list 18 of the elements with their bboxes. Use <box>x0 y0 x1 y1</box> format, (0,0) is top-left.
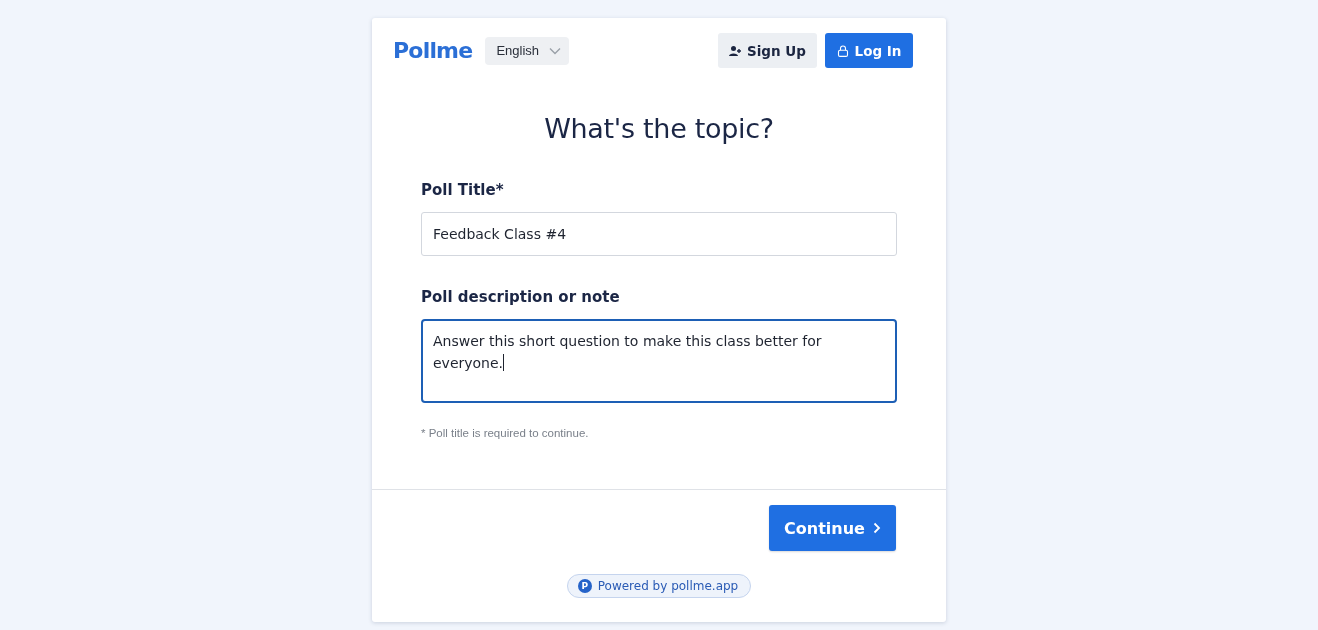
logo[interactable]: Pollme <box>393 38 473 63</box>
chevron-down-icon <box>549 46 562 55</box>
user-plus-icon <box>729 44 741 57</box>
powered-by-badge[interactable]: P Powered by pollme.app <box>566 574 752 598</box>
chevron-right-icon <box>872 522 881 534</box>
required-note: * Poll title is required to continue. <box>421 427 590 439</box>
text-cursor-icon <box>503 354 505 371</box>
field-label: Poll description or note <box>421 288 621 306</box>
sign-up-button[interactable]: Sign Up <box>718 33 817 68</box>
log-in-button[interactable]: Log In <box>825 33 913 68</box>
textarea-field[interactable]: Answer this short question to make this class better for everyone. <box>421 319 897 403</box>
logo-icon: P <box>577 579 592 593</box>
page-heading: What's the topic? <box>543 113 775 144</box>
lock-icon <box>836 44 849 57</box>
field-label: Poll Title* <box>421 181 505 199</box>
language-select[interactable]: English <box>485 36 570 65</box>
continue-button[interactable]: Continue <box>769 505 896 551</box>
input-field[interactable]: Feedback Class #4 <box>421 212 897 256</box>
